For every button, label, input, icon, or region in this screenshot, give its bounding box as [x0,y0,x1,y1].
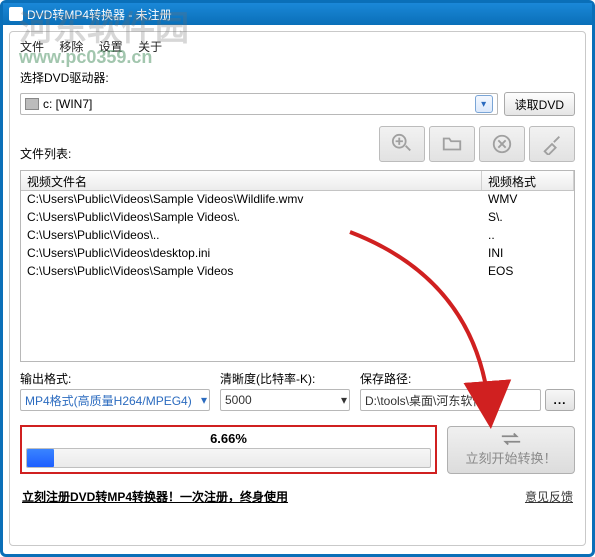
drive-select[interactable]: c: [WIN7] ▾ [20,93,498,115]
folder-icon [441,133,463,155]
save-path-label: 保存路径: [360,370,575,387]
table-row[interactable]: C:\Users\Public\Videos\.... [21,227,574,245]
save-path-value: D:\tools\桌面\河东软件园\ [365,392,500,409]
menubar: 文件 移除 设置 关于 [10,32,585,61]
table-row[interactable]: C:\Users\Public\Videos\Sample Videos\Wil… [21,191,574,209]
add-folder-button[interactable] [429,126,475,162]
col-header-name[interactable]: 视频文件名 [21,171,482,190]
drive-value: c: [WIN7] [43,97,92,111]
menu-remove[interactable]: 移除 [59,40,83,54]
progress-bar [26,448,431,468]
chevron-down-icon[interactable]: ▾ [341,393,347,407]
progress-fill [27,449,54,467]
cell-path: C:\Users\Public\Videos\Sample Videos\Wil… [21,191,482,209]
chevron-down-icon[interactable]: ▾ [201,393,207,407]
progress-percent: 6.66% [26,429,431,448]
bitrate-select[interactable]: 5000 ▾ [220,389,350,411]
filelist-label: 文件列表: [10,137,369,166]
progress-container: 6.66% [20,425,437,474]
cell-format: WMV [482,191,574,209]
menu-file[interactable]: 文件 [20,40,44,54]
menu-about[interactable]: 关于 [138,40,162,54]
start-convert-button[interactable]: 立刻开始转换！ [447,426,575,474]
menu-settings[interactable]: 设置 [99,40,123,54]
cell-path: C:\Users\Public\Videos\desktop.ini [21,245,482,263]
read-dvd-button[interactable]: 读取DVD [504,92,575,116]
plus-circle-arrow-icon [391,133,413,155]
cell-format: S\. [482,209,574,227]
save-path-input[interactable]: D:\tools\桌面\河东软件园\ [360,389,541,411]
feedback-link[interactable]: 意见反馈 [525,488,573,505]
cell-path: C:\Users\Public\Videos\Sample Videos [21,263,482,281]
add-file-button[interactable] [379,126,425,162]
remove-file-button[interactable] [479,126,525,162]
bitrate-label: 清晰度(比特率-K): [220,370,350,387]
broom-icon [541,133,563,155]
drive-label: 选择DVD驱动器: [10,61,585,90]
file-list[interactable]: 视频文件名 视频格式 C:\Users\Public\Videos\Sample… [20,170,575,362]
col-header-format[interactable]: 视频格式 [482,171,574,190]
cell-format: INI [482,245,574,263]
bitrate-value: 5000 [225,393,252,407]
table-row[interactable]: C:\Users\Public\Videos\Sample VideosEOS [21,263,574,281]
convert-arrows-icon [500,432,522,446]
cell-format: EOS [482,263,574,281]
hdd-icon [25,98,39,110]
cell-path: C:\Users\Public\Videos\Sample Videos\. [21,209,482,227]
output-format-label: 输出格式: [20,370,210,387]
table-row[interactable]: C:\Users\Public\Videos\Sample Videos\.S\… [21,209,574,227]
clear-list-button[interactable] [529,126,575,162]
register-link[interactable]: 立刻注册DVD转MP4转换器！一次注册，终身使用 [22,488,288,505]
browse-button[interactable]: ... [545,389,575,411]
start-label: 立刻开始转换！ [465,448,556,467]
cell-path: C:\Users\Public\Videos\.. [21,227,482,245]
output-format-select[interactable]: MP4格式(高质量H264/MPEG4) ▾ [20,389,210,411]
app-icon [9,7,23,21]
titlebar: DVD转MP4转换器 - 未注册 [3,3,592,25]
filelist-header: 视频文件名 视频格式 [21,171,574,191]
cell-format: .. [482,227,574,245]
chevron-down-icon[interactable]: ▾ [475,95,493,113]
x-circle-icon [491,133,513,155]
table-row[interactable]: C:\Users\Public\Videos\desktop.iniINI [21,245,574,263]
output-format-value: MP4格式(高质量H264/MPEG4) [25,392,192,409]
window-title: DVD转MP4转换器 - 未注册 [27,6,172,23]
